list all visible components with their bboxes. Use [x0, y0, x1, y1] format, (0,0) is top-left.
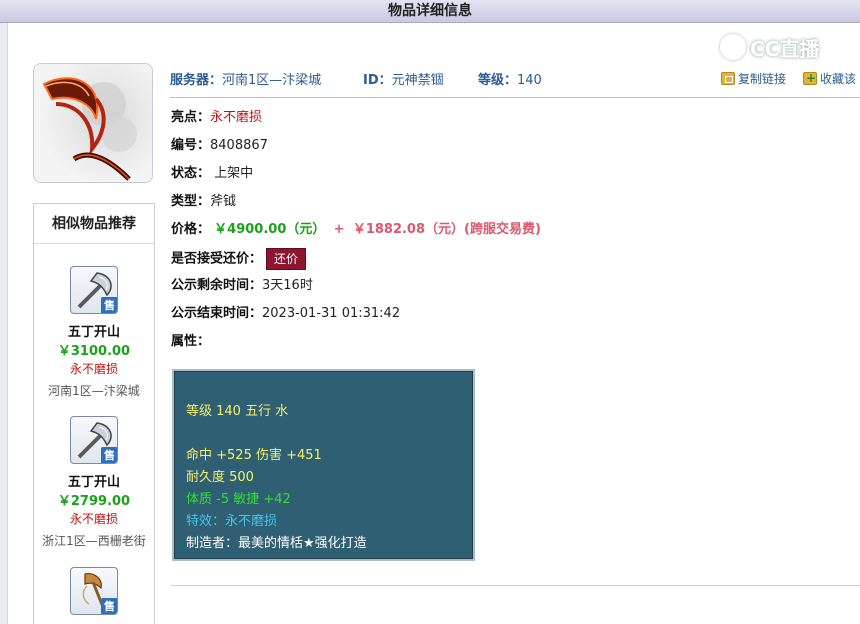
- level-info: 等级：140: [478, 69, 542, 88]
- status-row: 状态： 上架中: [171, 164, 253, 184]
- remaining-time-label: 公示剩余时间：: [171, 278, 263, 293]
- attributes-label: 属性：: [171, 334, 211, 349]
- similar-item-tag: 永不磨损: [69, 512, 118, 526]
- page-title: 物品详细信息: [388, 3, 472, 19]
- similar-items-title: 相似物品推荐: [34, 204, 154, 244]
- attr-hit-damage: 命中 +525 伤害 +451: [186, 448, 322, 463]
- counter-offer-button[interactable]: 还价: [266, 248, 307, 270]
- axe-weapon-icon[interactable]: 售: [70, 416, 118, 464]
- id-value: 元神禁锢: [391, 73, 444, 88]
- end-time-label: 公示结束时间：: [171, 306, 263, 321]
- end-time-value: 2023-01-31 01:31:42: [262, 306, 401, 321]
- type-row: 类型：斧钺: [171, 192, 236, 212]
- similar-item-name[interactable]: 五丁开山: [34, 321, 154, 340]
- price-main: ￥4900.00（元）: [214, 222, 326, 237]
- price-plus: +: [333, 222, 345, 237]
- similar-items-panel: 相似物品推荐 售 五丁开山 ￥3100.00 永不磨损 河南1区—汴梁城 售 五…: [33, 203, 155, 624]
- axe-weapon-icon[interactable]: 售: [70, 266, 118, 314]
- server-value: 河南1区—汴梁城: [222, 73, 322, 88]
- similar-item-price: ￥3100.00: [57, 344, 131, 359]
- attributes-row: 属性：: [171, 332, 210, 352]
- price-row: 价格： ￥4900.00（元） + ￥1882.08（元）(跨服交易费): [171, 220, 541, 240]
- attr-stats: 体质 -5 敏捷 +42: [186, 492, 291, 507]
- type-label: 类型：: [171, 194, 211, 209]
- level-label: 等级：: [478, 73, 518, 88]
- highlight-label: 亮点：: [171, 110, 211, 125]
- number-row: 编号：8408867: [171, 136, 268, 156]
- remaining-time-row: 公示剩余时间：3天16时: [171, 276, 313, 296]
- left-frame-edge: [0, 23, 8, 624]
- item-info-header: 服务器：河南1区—汴梁城 ID：元神禁锢 等级：140 复制链接 收藏该: [170, 66, 860, 98]
- spear-weapon-icon[interactable]: 售: [70, 567, 118, 615]
- favorite-label[interactable]: 收藏该: [820, 70, 856, 87]
- attr-durability: 耐久度 500: [186, 470, 254, 485]
- sell-badge-icon: 售: [101, 297, 117, 313]
- attr-maker: 制造者：最美的情栝★强化打造: [186, 536, 367, 551]
- number-label: 编号：: [171, 138, 211, 153]
- cc-logo-icon: [720, 34, 746, 60]
- end-time-row: 公示结束时间：2023-01-31 01:31:42: [171, 304, 400, 324]
- similar-item-price: ￥2799.00: [57, 494, 131, 509]
- price-label: 价格：: [171, 222, 211, 237]
- counter-offer-label: 是否接受还价：: [171, 251, 263, 267]
- copy-link-button[interactable]: 复制链接: [721, 70, 786, 87]
- number-value: 8408867: [210, 138, 268, 153]
- similar-item-name[interactable]: 五丁开山: [34, 471, 154, 490]
- sell-badge-icon: 售: [101, 447, 117, 463]
- server-info: 服务器：河南1区—汴梁城: [170, 69, 321, 88]
- section-divider: [171, 585, 860, 586]
- highlight-row: 亮点：永不磨损: [171, 108, 262, 128]
- counter-offer-row: 是否接受还价： 还价: [171, 248, 307, 272]
- id-info: ID：元神禁锢: [363, 69, 444, 88]
- cc-live-watermark: CC直播: [720, 32, 819, 62]
- remaining-time-value: 3天16时: [262, 278, 313, 293]
- attributes-panel: 等级 140 五行 水 命中 +525 伤害 +451 耐久度 500 体质 -…: [172, 369, 475, 561]
- sell-badge-icon: 售: [101, 598, 117, 614]
- attr-level-element: 等级 140 五行 水: [186, 404, 289, 419]
- scythe-weapon-icon: [34, 64, 152, 182]
- copy-link-label[interactable]: 复制链接: [738, 70, 786, 87]
- similar-item-tag: 永不磨损: [69, 362, 118, 376]
- server-label: 服务器：: [170, 73, 223, 88]
- similar-item-server: 浙江1区—西栅老街: [42, 534, 146, 548]
- item-image: [33, 63, 153, 183]
- level-value: 140: [517, 73, 542, 88]
- attr-spacer: [186, 423, 473, 445]
- status-value: 上架中: [214, 166, 254, 181]
- similar-item-server: 河南1区—汴梁城: [48, 384, 140, 398]
- attr-special-effect: 特效：永不磨损: [186, 514, 278, 529]
- copy-link-icon[interactable]: [721, 72, 735, 85]
- id-label: ID：: [363, 73, 392, 88]
- watermark-text: CC直播: [750, 36, 820, 61]
- status-label: 状态：: [171, 166, 211, 181]
- type-value: 斧钺: [210, 194, 237, 209]
- highlight-value: 永不磨损: [210, 110, 263, 125]
- favorite-add-icon[interactable]: [803, 71, 817, 85]
- favorite-button[interactable]: 收藏该: [803, 70, 856, 87]
- page-title-bar: 物品详细信息: [0, 0, 860, 23]
- price-fee: ￥1882.08（元）(跨服交易费): [352, 222, 541, 237]
